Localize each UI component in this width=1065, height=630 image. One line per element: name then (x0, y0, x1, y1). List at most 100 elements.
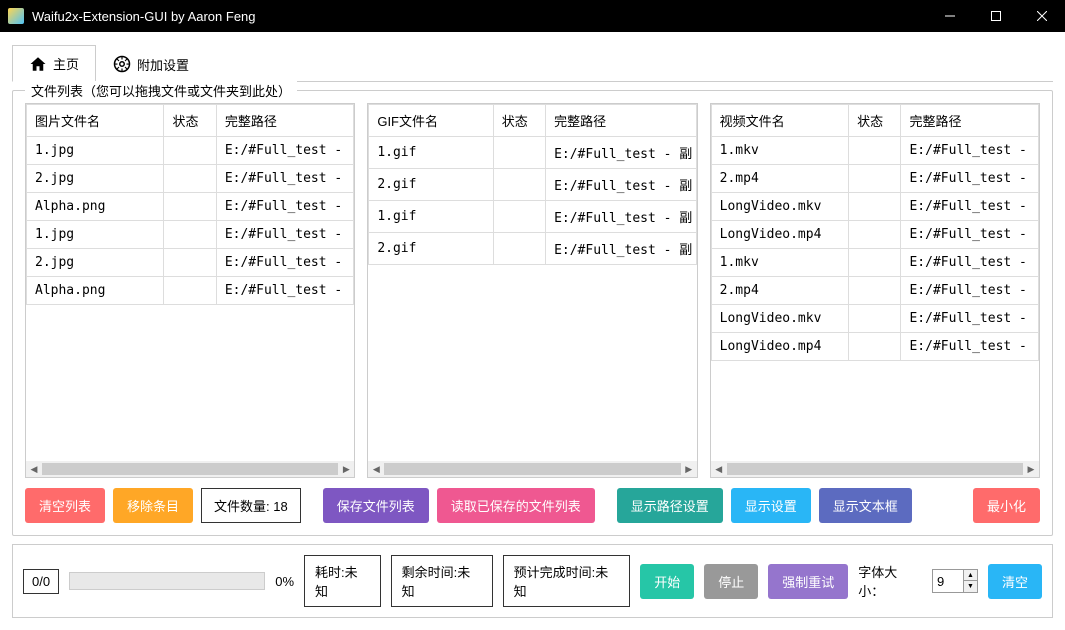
col-status[interactable]: 状态 (849, 105, 901, 137)
cell-status (493, 233, 545, 265)
table-row[interactable]: Alpha.pngE:/#Full_test - (27, 277, 354, 305)
table-row[interactable]: 2.gif E:/#Full_test - 副 (369, 233, 696, 265)
cell-status (849, 193, 901, 221)
table-row[interactable]: 2.mp4 E:/#Full_test - (711, 277, 1038, 305)
col-path[interactable]: 完整路径 (901, 105, 1039, 137)
table-row[interactable]: 2.jpgE:/#Full_test - (27, 249, 354, 277)
close-window-button[interactable] (1019, 0, 1065, 32)
video-hscrollbar[interactable]: ◀ ▶ (711, 461, 1039, 477)
progress-count: 0/0 (23, 569, 59, 594)
cell-status (849, 333, 901, 361)
scroll-thumb[interactable] (42, 463, 338, 475)
load-list-button[interactable]: 读取已保存的文件列表 (437, 488, 595, 523)
table-row[interactable]: 1.jpg E:/#Full_test - (27, 137, 354, 165)
cell-filename: 2.gif (369, 169, 493, 201)
tab-settings[interactable]: 附加设置 (96, 45, 206, 82)
maximize-window-button[interactable] (973, 0, 1019, 32)
gif-hscrollbar[interactable]: ◀ ▶ (368, 461, 696, 477)
tab-home[interactable]: 主页 (12, 45, 96, 82)
table-row[interactable]: LongVideo.mkvE:/#Full_test - (711, 193, 1038, 221)
cell-path: E:/#Full_test - (216, 249, 354, 277)
clear-list-button[interactable]: 清空列表 (25, 488, 105, 523)
image-table-scroll[interactable]: 图片文件名 状态 完整路径 1.jpgE:/#Full_test -2.jpgE… (26, 104, 354, 461)
cell-filename: 1.gif (369, 137, 493, 169)
scroll-right-icon[interactable]: ▶ (681, 461, 697, 477)
scroll-right-icon[interactable]: ▶ (1023, 461, 1039, 477)
image-hscrollbar[interactable]: ◀ ▶ (26, 461, 354, 477)
scroll-left-icon[interactable]: ◀ (368, 461, 384, 477)
cell-status (164, 249, 216, 277)
table-row[interactable]: Alpha.pngE:/#Full_test - (27, 193, 354, 221)
cell-filename: Alpha.png (27, 277, 164, 305)
scroll-left-icon[interactable]: ◀ (26, 461, 42, 477)
font-size-label: 字体大小： (858, 562, 922, 600)
client-area: 主页 附加设置 文件列表（您可以拖拽文件或文件夹到此处） 图片文件名 (0, 32, 1065, 630)
save-list-button[interactable]: 保存文件列表 (323, 488, 429, 523)
cell-path: E:/#Full_test - 副 (546, 233, 697, 265)
stop-button[interactable]: 停止 (704, 564, 758, 599)
table-row[interactable]: 1.gifE:/#Full_test - 副 (369, 201, 696, 233)
cell-filename: 2.gif (369, 233, 493, 265)
cell-status (849, 249, 901, 277)
table-row[interactable]: 1.mkvE:/#Full_test - (711, 249, 1038, 277)
retry-button[interactable]: 强制重试 (768, 564, 848, 599)
scroll-thumb[interactable] (384, 463, 680, 475)
table-row[interactable]: 2.gifE:/#Full_test - 副 (369, 169, 696, 201)
cell-status (493, 137, 545, 169)
minimize-window-button[interactable] (927, 0, 973, 32)
tab-settings-label: 附加设置 (137, 55, 189, 74)
gif-table: GIF文件名 状态 完整路径 1.gif E:/#Full_test - 副 2.g… (367, 103, 697, 478)
col-status[interactable]: 状态 (164, 105, 216, 137)
clear-button[interactable]: 清空 (988, 564, 1042, 599)
cell-path: E:/#Full_test - (901, 277, 1039, 305)
tab-home-label: 主页 (53, 54, 79, 73)
table-row[interactable]: 2.mp4E:/#Full_test - (711, 165, 1038, 193)
col-filename[interactable]: 视频文件名 (711, 105, 848, 137)
progress-percent: 0% (275, 574, 294, 589)
font-size-spinner[interactable]: ▲ ▼ (932, 569, 978, 593)
cell-path: E:/#Full_test - (901, 249, 1039, 277)
table-row[interactable]: 2.jpgE:/#Full_test - (27, 165, 354, 193)
cell-filename: 2.mp4 (711, 165, 848, 193)
show-path-button[interactable]: 显示路径设置 (617, 488, 723, 523)
scroll-right-icon[interactable]: ▶ (338, 461, 354, 477)
table-row[interactable]: 1.mkvE:/#Full_test - (711, 137, 1038, 165)
gif-table-scroll[interactable]: GIF文件名 状态 完整路径 1.gif E:/#Full_test - 副 2.g… (368, 104, 696, 461)
cell-path: E:/#Full_test - (901, 333, 1039, 361)
scroll-thumb[interactable] (727, 463, 1023, 475)
col-status[interactable]: 状态 (493, 105, 545, 137)
cell-filename: 1.jpg (27, 137, 164, 165)
cell-status (493, 169, 545, 201)
table-row[interactable]: 1.gif E:/#Full_test - 副 (369, 137, 696, 169)
table-row[interactable]: LongVideo.mkvE:/#Full_test - (711, 305, 1038, 333)
scroll-left-icon[interactable]: ◀ (711, 461, 727, 477)
cell-path: E:/#Full_test - (216, 137, 354, 165)
show-settings-button[interactable]: 显示设置 (731, 488, 811, 523)
cell-path: E:/#Full_test - 副 (546, 201, 697, 233)
eta-label: 预计完成时间:未知 (503, 555, 631, 607)
spinner-up-icon[interactable]: ▲ (963, 570, 977, 581)
col-filename[interactable]: 图片文件名 (27, 105, 164, 137)
remove-item-button[interactable]: 移除条目 (113, 488, 193, 523)
spinner-down-icon[interactable]: ▼ (963, 581, 977, 592)
cell-filename: LongVideo.mkv (711, 193, 848, 221)
cell-filename: 2.mp4 (711, 277, 848, 305)
col-path[interactable]: 完整路径 (546, 105, 697, 137)
table-row[interactable]: LongVideo.mp4E:/#Full_test - (711, 333, 1038, 361)
tab-bar: 主页 附加设置 (12, 44, 1053, 82)
font-size-input[interactable] (933, 570, 963, 592)
table-row[interactable]: LongVideo.mp4E:/#Full_test - (711, 221, 1038, 249)
table-row[interactable]: 1.jpgE:/#Full_test - (27, 221, 354, 249)
progress-bar (69, 572, 265, 590)
minimize-button[interactable]: 最小化 (973, 488, 1040, 523)
col-filename[interactable]: GIF文件名 (369, 105, 493, 137)
cell-status (493, 201, 545, 233)
video-table-scroll[interactable]: 视频文件名 状态 完整路径 1.mkvE:/#Full_test -2.mp4E… (711, 104, 1039, 461)
cell-path: E:/#Full_test - (216, 221, 354, 249)
show-textbox-button[interactable]: 显示文本框 (819, 488, 912, 523)
cell-path: E:/#Full_test - 副 (546, 137, 697, 169)
col-path[interactable]: 完整路径 (216, 105, 354, 137)
image-table: 图片文件名 状态 完整路径 1.jpgE:/#Full_test -2.jpgE… (25, 103, 355, 478)
cell-status (164, 221, 216, 249)
start-button[interactable]: 开始 (640, 564, 694, 599)
